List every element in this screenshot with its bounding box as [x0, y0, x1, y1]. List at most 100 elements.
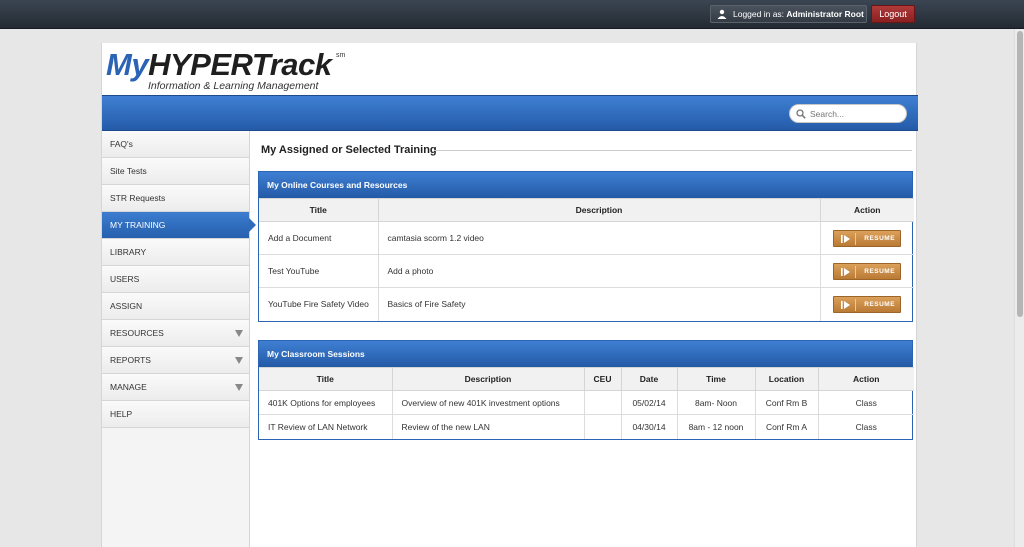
column-header-action: Action — [817, 367, 914, 391]
sidebar-item-site-tests[interactable]: Site Tests — [102, 158, 249, 185]
sidebar-item-resources[interactable]: RESOURCES — [102, 320, 249, 347]
session-time: 8am - 12 noon — [676, 414, 756, 439]
session-time: 8am- Noon — [676, 390, 756, 415]
session-date: 04/30/14 — [620, 414, 678, 439]
table-header-row: Title Description Action — [259, 198, 914, 222]
page-container: MyHYPERTrack sm Information & Learning M… — [101, 43, 918, 547]
logged-in-indicator[interactable]: Logged in as: Administrator Root — [710, 5, 867, 23]
sidebar-item-label: MANAGE — [110, 382, 147, 392]
sidebar-item-reports[interactable]: REPORTS — [102, 347, 249, 374]
logged-in-prefix: Logged in as: — [733, 9, 785, 19]
online-courses-panel: My Online Courses and Resources Title De… — [258, 171, 914, 322]
course-description: Add a photo — [377, 254, 821, 288]
search-input[interactable] — [810, 107, 902, 121]
online-courses-table: Title Description Action Add a Document … — [259, 198, 914, 321]
title-divider — [434, 150, 912, 151]
chevron-down-icon — [235, 330, 243, 337]
sidebar-item-library[interactable]: LIBRARY — [102, 239, 249, 266]
session-title: IT Review of LAN Network — [259, 414, 393, 439]
session-action[interactable]: Class — [817, 414, 914, 439]
search-icon — [796, 109, 806, 119]
sidebar-item-users[interactable]: USERS — [102, 266, 249, 293]
course-title: YouTube Fire Safety Video — [259, 287, 379, 321]
sidebar-item-label: LIBRARY — [110, 247, 147, 257]
resume-label: RESUME — [864, 300, 896, 308]
session-description: Overview of new 401K investment options — [391, 390, 585, 415]
logo-service-mark: sm — [336, 52, 346, 59]
logo-hypertrack: HYPERTrack — [148, 47, 332, 82]
course-description: Basics of Fire Safety — [377, 287, 821, 321]
session-ceu — [583, 414, 622, 439]
course-title: Add a Document — [259, 221, 379, 255]
session-location: Conf Rm B — [754, 390, 819, 415]
column-header-title: Title — [259, 367, 393, 391]
course-description: camtasia scorm 1.2 video — [377, 221, 821, 255]
table-row: 401K Options for employees Overview of n… — [259, 390, 914, 415]
column-header-time: Time — [676, 367, 756, 391]
header-bar — [102, 95, 918, 131]
scrollbar-thumb[interactable] — [1017, 31, 1023, 317]
top-bar: Logged in as: Administrator Root Logout — [0, 0, 1024, 29]
logged-in-user: Administrator Root — [786, 9, 864, 19]
column-header-location: Location — [754, 367, 819, 391]
chevron-down-icon — [235, 384, 243, 391]
session-action[interactable]: Class — [817, 390, 914, 415]
column-header-description: Description — [391, 367, 585, 391]
online-courses-heading: My Online Courses and Resources — [259, 172, 912, 198]
resume-button[interactable]: RESUME — [833, 295, 902, 313]
logo-my: My — [106, 47, 149, 82]
search-box[interactable] — [789, 104, 907, 123]
sidebar-item-label: Site Tests — [110, 166, 147, 176]
resume-label: RESUME — [864, 267, 896, 275]
logout-button[interactable]: Logout — [871, 5, 915, 23]
session-description: Review of the new LAN — [391, 414, 585, 439]
page-title: My Assigned or Selected Training — [261, 144, 437, 156]
sidebar-item-label: REPORTS — [110, 355, 151, 365]
table-header-row: Title Description CEU Date Time Location… — [259, 367, 914, 391]
action-cell: RESUME — [819, 254, 914, 288]
sidebar-item-manage[interactable]: MANAGE — [102, 374, 249, 401]
sidebar-item-assign[interactable]: ASSIGN — [102, 293, 249, 320]
logo-wordmark: MyHYPERTrack — [106, 48, 332, 82]
classroom-sessions-table: Title Description CEU Date Time Location… — [259, 367, 914, 439]
resume-button[interactable]: RESUME — [833, 262, 902, 280]
table-row: YouTube Fire Safety Video Basics of Fire… — [259, 287, 914, 321]
myhypertrack-logo[interactable]: MyHYPERTrack sm Information & Learning M… — [106, 48, 346, 96]
sidebar-item-str-requests[interactable]: STR Requests — [102, 185, 249, 212]
action-cell: RESUME — [819, 287, 914, 321]
resume-button[interactable]: RESUME — [833, 229, 902, 247]
classroom-sessions-heading: My Classroom Sessions — [259, 341, 912, 367]
sidebar-item-help[interactable]: HELP — [102, 401, 249, 428]
sidebar-item-label: ASSIGN — [110, 301, 143, 311]
sidebar-item-label: MY TRAINING — [110, 220, 166, 230]
session-ceu — [583, 390, 622, 415]
play-icon — [841, 300, 851, 309]
column-header-ceu: CEU — [583, 367, 622, 391]
column-header-title: Title — [259, 198, 379, 222]
page-scrollbar[interactable] — [1014, 29, 1024, 547]
sidebar-nav: FAQ's Site Tests STR Requests MY TRAININ… — [102, 131, 256, 547]
column-header-description: Description — [377, 198, 821, 222]
session-title: 401K Options for employees — [259, 390, 393, 415]
column-header-date: Date — [620, 367, 678, 391]
table-row: IT Review of LAN Network Review of the n… — [259, 414, 914, 439]
play-icon — [841, 267, 851, 276]
classroom-sessions-panel: My Classroom Sessions Title Description … — [258, 340, 914, 440]
sidebar-item-faqs[interactable]: FAQ's — [102, 131, 249, 158]
user-icon — [717, 9, 727, 19]
play-icon — [841, 234, 851, 243]
column-header-action: Action — [819, 198, 914, 222]
chevron-down-icon — [235, 357, 243, 364]
logo-tagline: Information & Learning Management — [148, 80, 319, 92]
sidebar-item-my-training[interactable]: MY TRAINING — [102, 212, 256, 239]
session-location: Conf Rm A — [754, 414, 819, 439]
table-row: Add a Document camtasia scorm 1.2 video … — [259, 221, 914, 255]
sidebar-item-label: HELP — [110, 409, 133, 419]
sidebar-item-label: RESOURCES — [110, 328, 164, 338]
sidebar-item-label: FAQ's — [110, 139, 133, 149]
resume-label: RESUME — [864, 234, 896, 242]
sidebar-item-label: STR Requests — [110, 193, 166, 203]
course-title: Test YouTube — [259, 254, 379, 288]
session-date: 05/02/14 — [620, 390, 678, 415]
table-row: Test YouTube Add a photo RESUME — [259, 254, 914, 288]
